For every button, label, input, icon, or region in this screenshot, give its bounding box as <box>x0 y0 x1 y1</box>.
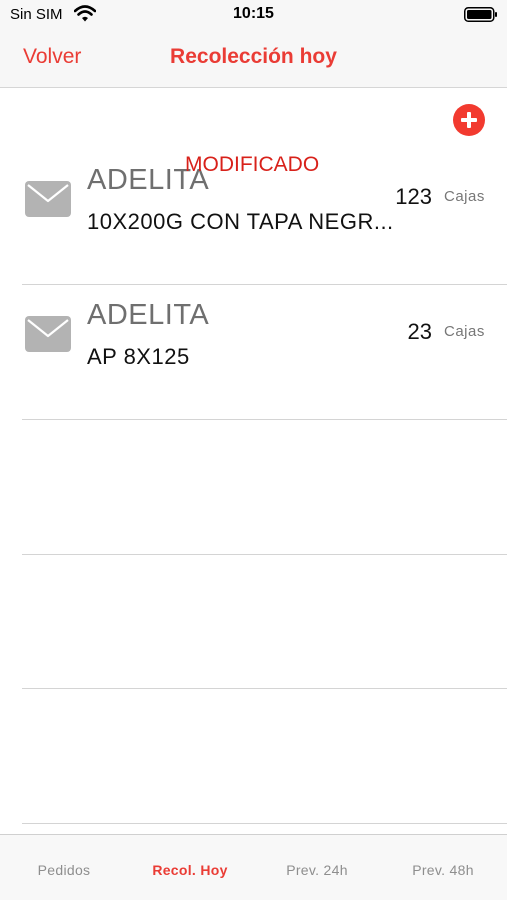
navigation-bar: Volver Recolección hoy <box>0 28 507 88</box>
tab-pedidos[interactable]: Pedidos <box>1 862 127 878</box>
battery-icon <box>464 7 497 22</box>
item-quantity: 123 <box>395 184 432 209</box>
item-unit: Cajas <box>444 323 485 340</box>
row-divider <box>22 419 507 420</box>
item-description: 10X200G CON TAPA NEGR... <box>87 209 394 234</box>
item-title: ADELITA <box>87 299 210 331</box>
status-bar: Sin SIM 10:15 <box>0 0 507 28</box>
mail-icon <box>25 181 71 217</box>
list-item[interactable]: ADELITA MODIFICADO 10X200G CON TAPA NEGR… <box>0 150 507 285</box>
page-title: Recolección hoy <box>170 45 337 68</box>
item-description: AP 8X125 <box>87 344 190 369</box>
plus-vertical <box>467 112 471 128</box>
tab-bar: Pedidos Recol. Hoy Prev. 24h Prev. 48h <box>0 834 507 900</box>
item-quantity: 23 <box>407 319 432 344</box>
tab-prev-48h[interactable]: Prev. 48h <box>380 862 506 878</box>
screen: Sin SIM 10:15 Volver Recolección hoy ADE… <box>0 0 507 900</box>
item-unit: Cajas <box>444 188 485 205</box>
modified-badge: MODIFICADO <box>185 153 320 176</box>
list-item[interactable]: ADELITA AP 8X125 23 Cajas <box>0 285 507 420</box>
row-divider <box>22 554 507 555</box>
plus-circle-icon[interactable] <box>453 104 485 136</box>
mail-icon <box>25 316 71 352</box>
row-divider <box>22 823 507 824</box>
tab-prev-24h[interactable]: Prev. 24h <box>254 862 380 878</box>
clock: 10:15 <box>233 5 274 22</box>
row-divider <box>22 688 507 689</box>
tab-recol-hoy[interactable]: Recol. Hoy <box>127 862 253 878</box>
